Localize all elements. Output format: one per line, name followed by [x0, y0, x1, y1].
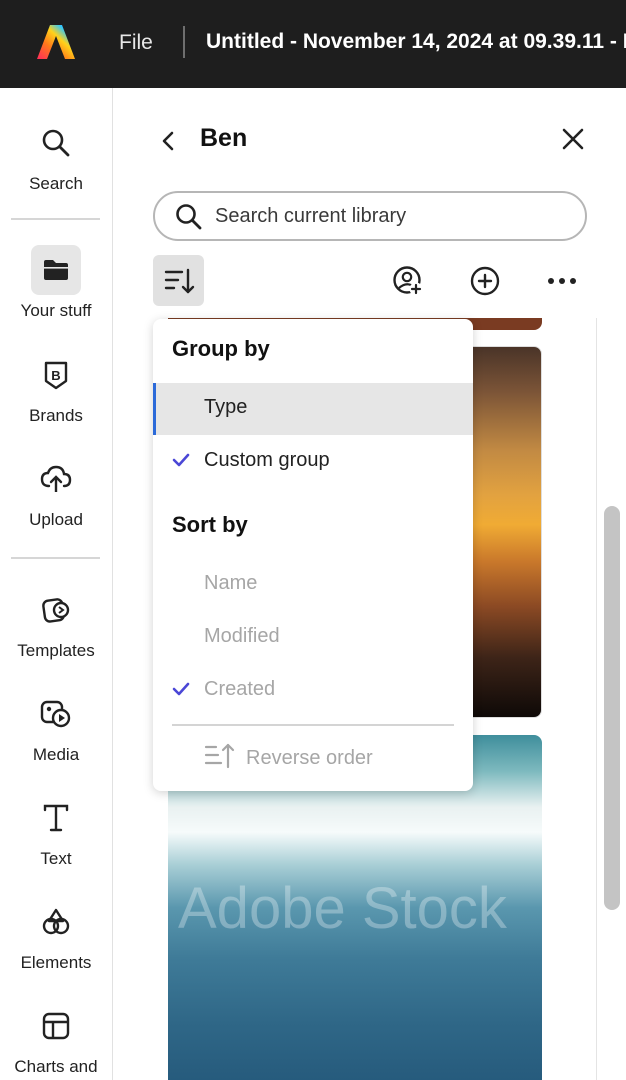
sort-option-name[interactable]: Name [153, 559, 473, 611]
sort-menu: Group by Type Custom group Sort by Name … [153, 319, 473, 791]
charts-icon [31, 1001, 81, 1051]
text-icon [31, 793, 81, 843]
rail-item-brands[interactable]: B Brands [0, 350, 112, 426]
checkmark-icon [172, 682, 190, 696]
back-button[interactable] [156, 126, 180, 156]
sort-option-modified[interactable]: Modified [153, 612, 473, 664]
brand-icon: B [31, 350, 81, 400]
rail-item-text[interactable]: Text [0, 793, 112, 869]
add-button[interactable] [467, 263, 503, 299]
rail-divider [11, 557, 100, 559]
add-circle-icon [470, 266, 500, 296]
rail-label: Search [29, 174, 83, 193]
scrollbar-thumb[interactable] [604, 506, 620, 910]
share-library-button[interactable] [390, 263, 426, 299]
rail-item-upload[interactable]: Upload [0, 454, 112, 530]
library-title: Ben [200, 124, 248, 152]
rail-item-search[interactable]: Search [0, 118, 112, 194]
sort-option-created[interactable]: Created [153, 665, 473, 717]
topbar-divider [183, 26, 185, 58]
svg-text:B: B [51, 368, 60, 383]
menu-item-label: Name [204, 572, 258, 594]
adobe-express-logo[interactable] [36, 22, 76, 62]
search-icon [31, 118, 81, 168]
rail-label: Templates [17, 641, 95, 660]
rail-divider [11, 218, 100, 220]
reverse-order-icon [204, 743, 235, 769]
rail-item-media[interactable]: Media [0, 689, 112, 765]
left-rail: Search Your stuff B Brands Upload Templa… [0, 88, 113, 1080]
checkmark-icon [172, 453, 190, 467]
rail-item-your-stuff[interactable]: Your stuff [0, 245, 112, 321]
group-option-type[interactable]: Type [153, 383, 473, 435]
rail-item-templates[interactable]: Templates [0, 585, 112, 661]
rail-label: Brands [29, 406, 83, 425]
add-person-icon [393, 266, 423, 296]
sort-icon [164, 268, 194, 293]
more-icon [548, 278, 576, 284]
search-input[interactable] [215, 201, 575, 231]
rail-label: Media [32, 745, 80, 764]
sort-button[interactable] [153, 255, 204, 306]
reverse-order-option[interactable]: Reverse order [153, 735, 473, 779]
menu-divider [172, 724, 454, 726]
file-menu[interactable]: File [119, 31, 153, 55]
elements-icon [31, 897, 81, 947]
document-title[interactable]: Untitled - November 14, 2024 at 09.39.11… [206, 30, 626, 54]
close-button[interactable] [560, 126, 586, 152]
rail-item-elements[interactable]: Elements [0, 897, 112, 973]
more-options-button[interactable] [544, 263, 580, 299]
rail-label: Text [40, 849, 72, 868]
folder-icon [31, 245, 81, 295]
templates-icon [31, 585, 81, 635]
menu-item-label: Custom group [204, 449, 330, 471]
stock-watermark: Adobe Stock [178, 876, 507, 941]
reverse-order-label: Reverse order [246, 747, 373, 769]
rail-label: Elements [20, 953, 92, 972]
library-search[interactable] [153, 191, 587, 241]
menu-item-label: Created [204, 678, 276, 700]
rail-label: Your stuff [20, 301, 92, 320]
menu-item-label: Type [204, 396, 248, 418]
search-icon [176, 204, 202, 230]
rail-label: Upload [29, 510, 83, 529]
sort-by-heading: Sort by [172, 512, 248, 537]
rail-label: Charts and [14, 1057, 98, 1076]
upload-icon [31, 454, 81, 504]
media-icon [31, 689, 81, 739]
group-by-heading: Group by [172, 336, 270, 361]
top-bar: File Untitled - November 14, 2024 at 09.… [0, 0, 626, 88]
group-option-custom-group[interactable]: Custom group [153, 436, 473, 488]
menu-item-label: Modified [204, 625, 280, 647]
rail-item-charts[interactable]: Charts and [0, 1001, 112, 1077]
